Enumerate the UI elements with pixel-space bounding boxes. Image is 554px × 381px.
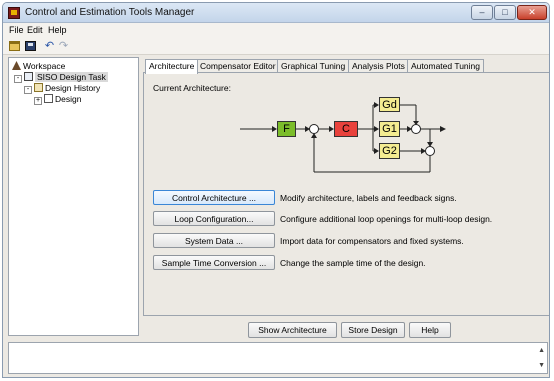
task-icon [24, 72, 33, 81]
c-block: C [334, 121, 358, 137]
g2-block: G2 [379, 143, 400, 159]
status-text-area[interactable]: ▲ ▼ [8, 342, 548, 374]
sample-time-conversion-desc: Change the sample time of the design. [280, 258, 426, 268]
tab-architecture[interactable]: Architecture [145, 59, 199, 74]
current-architecture-label: Current Architecture: [153, 83, 231, 93]
app-window: Control and Estimation Tools Manager – □… [2, 2, 550, 378]
architecture-diagram: F C Gd G1 G2 [240, 93, 460, 198]
tab-analysis-plots[interactable]: Analysis Plots [348, 59, 409, 73]
design-icon [44, 94, 53, 103]
toolbar: ↶ ↷ [3, 38, 549, 55]
tree-label-design: Design [55, 94, 82, 104]
control-architecture-desc: Modify architecture, labels and feedback… [280, 193, 457, 203]
history-icon [34, 83, 43, 92]
tree-label-workspace: Workspace [23, 61, 66, 71]
tree-label-history: Design History [45, 83, 101, 93]
collapse-icon[interactable]: - [14, 75, 22, 83]
show-architecture-button[interactable]: Show Architecture [248, 322, 337, 338]
matlab-app-icon [8, 7, 20, 19]
tab-automated-tuning[interactable]: Automated Tuning [407, 59, 484, 73]
help-button[interactable]: Help [409, 322, 451, 338]
diagram-wiring [240, 102, 446, 173]
maximize-button[interactable]: □ [494, 5, 516, 20]
redo-icon[interactable]: ↷ [58, 41, 69, 52]
workspace-icon [12, 61, 21, 70]
menu-help[interactable]: Help [48, 25, 67, 35]
workspace-tree: Workspace - SISO Design Task - Design Hist… [8, 57, 139, 336]
store-design-button[interactable]: Store Design [341, 322, 405, 338]
control-architecture-button[interactable]: Control Architecture ... [153, 190, 275, 205]
tree-node-design-history[interactable]: - Design History [24, 83, 100, 94]
menu-file[interactable]: File [9, 25, 24, 35]
f-block: F [277, 121, 296, 137]
save-icon[interactable] [25, 41, 36, 51]
g1-block: G1 [379, 121, 400, 137]
architecture-panel: Current Architecture: F C Gd G1 G2 Contr… [143, 72, 549, 338]
tree-node-workspace[interactable]: Workspace [12, 61, 65, 72]
undo-icon[interactable]: ↶ [44, 41, 55, 52]
window-title: Control and Estimation Tools Manager [25, 7, 195, 18]
expand-icon[interactable]: + [34, 97, 42, 105]
close-button[interactable]: ✕ [517, 5, 547, 20]
title-bar: Control and Estimation Tools Manager – □… [3, 3, 549, 23]
tab-compensator-editor[interactable]: Compensator Editor [196, 59, 280, 73]
tree-label-siso-task: SISO Design Task [35, 72, 108, 82]
gd-block: Gd [379, 97, 400, 112]
system-data-desc: Import data for compensators and fixed s… [280, 236, 464, 246]
loop-configuration-button[interactable]: Loop Configuration... [153, 211, 275, 226]
system-data-button[interactable]: System Data ... [153, 233, 275, 248]
open-icon[interactable] [9, 41, 20, 51]
collapse-icon[interactable]: - [24, 86, 32, 94]
tree-node-siso-task[interactable]: - SISO Design Task [14, 72, 108, 83]
scroll-down-icon[interactable]: ▼ [538, 362, 545, 369]
sample-time-conversion-button[interactable]: Sample Time Conversion ... [153, 255, 275, 270]
menu-bar: File Edit Help [3, 23, 549, 38]
loop-configuration-desc: Configure additional loop openings for m… [280, 214, 493, 224]
tab-graphical-tuning[interactable]: Graphical Tuning [277, 59, 350, 73]
scroll-up-icon[interactable]: ▲ [538, 347, 545, 354]
minimize-button[interactable]: – [471, 5, 493, 20]
tree-node-design[interactable]: + Design [34, 94, 81, 105]
menu-edit[interactable]: Edit [27, 25, 43, 35]
